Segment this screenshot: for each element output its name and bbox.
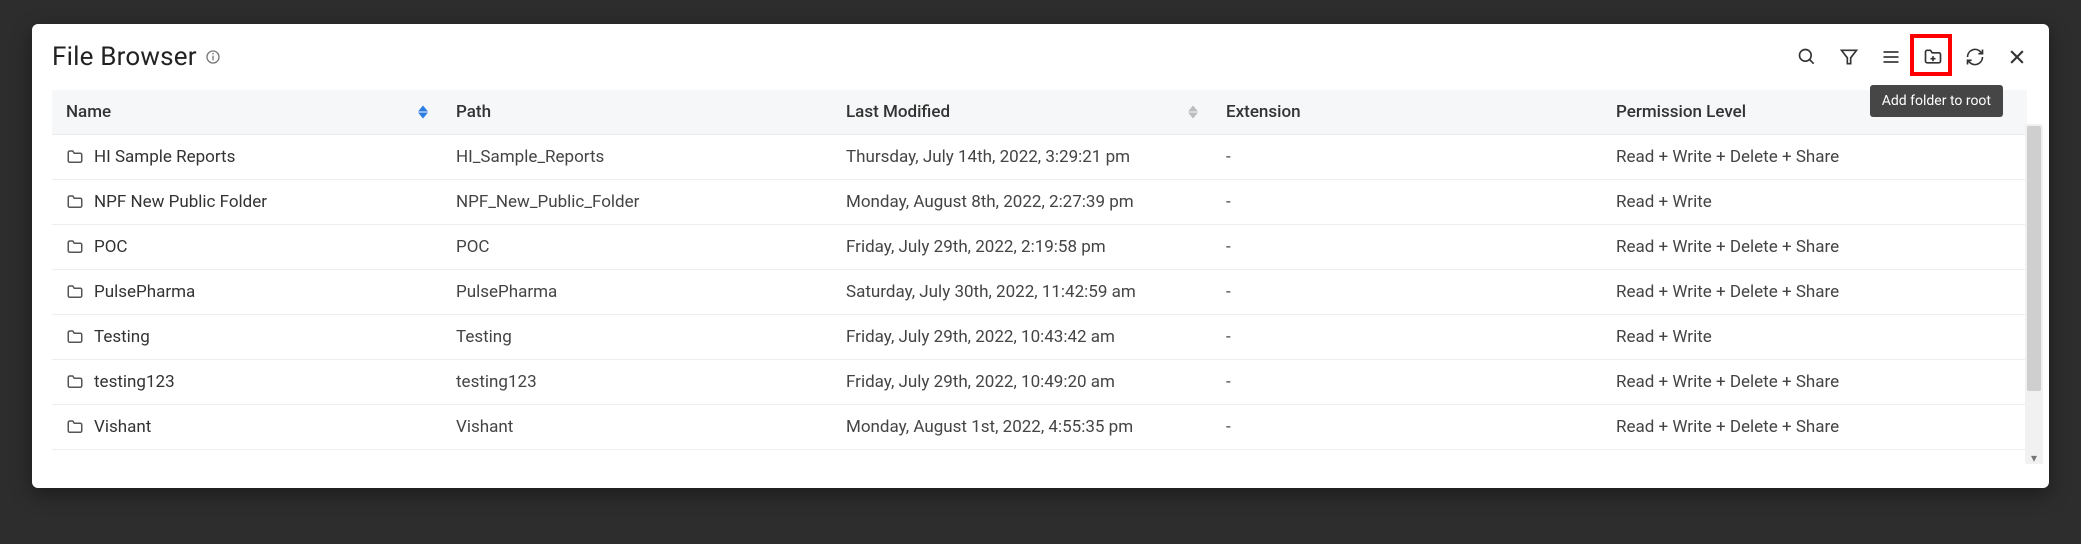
row-extension: -: [1226, 282, 1231, 302]
row-last-modified: Monday, August 1st, 2022, 4:55:35 pm: [846, 417, 1133, 437]
row-path: POC: [456, 237, 490, 257]
table-row[interactable]: testing123 testing123 Friday, July 29th, 2…: [52, 360, 2027, 405]
table-row[interactable]: POC POC Friday, July 29th, 2022, 2:19:58 p…: [52, 225, 2027, 270]
search-icon[interactable]: [1795, 45, 1819, 69]
folder-icon: [66, 148, 84, 166]
page-title: File Browser: [52, 42, 197, 72]
row-permission: Read + Write + Delete + Share: [1616, 147, 1839, 167]
folder-icon: [66, 373, 84, 391]
folder-icon: [66, 238, 84, 256]
sort-indicator-icon: [418, 106, 428, 119]
row-extension: -: [1226, 327, 1231, 347]
file-browser-panel: File Browser: [32, 24, 2049, 488]
refresh-icon[interactable]: [1963, 45, 1987, 69]
folder-icon: [66, 328, 84, 346]
row-extension: -: [1226, 192, 1231, 212]
row-path: Testing: [456, 327, 512, 347]
row-name: POC: [94, 237, 128, 257]
row-extension: -: [1226, 237, 1231, 257]
row-path: PulsePharma: [456, 282, 557, 302]
table-row[interactable]: Testing Testing Friday, July 29th, 2022, 1…: [52, 315, 2027, 360]
row-path: Vishant: [456, 417, 513, 437]
column-header-name[interactable]: Name: [52, 90, 442, 135]
row-last-modified: Thursday, July 14th, 2022, 3:29:21 pm: [846, 147, 1130, 167]
column-label: Permission Level: [1616, 102, 1746, 122]
column-label: Name: [66, 102, 111, 122]
row-name: Testing: [94, 327, 150, 347]
panel-header: File Browser: [52, 42, 2029, 72]
row-last-modified: Friday, July 29th, 2022, 10:43:42 am: [846, 327, 1115, 347]
row-permission: Read + Write + Delete + Share: [1616, 282, 1839, 302]
scrollbar[interactable]: ▴ ▾: [2025, 124, 2043, 464]
sort-indicator-icon: [1188, 106, 1198, 119]
row-extension: -: [1226, 417, 1231, 437]
row-permission: Read + Write + Delete + Share: [1616, 237, 1839, 257]
add-folder-icon[interactable]: [1921, 45, 1945, 69]
row-extension: -: [1226, 147, 1231, 167]
row-name: HI Sample Reports: [94, 147, 235, 167]
column-header-extension[interactable]: Extension: [1212, 90, 1602, 135]
row-extension: -: [1226, 372, 1231, 392]
row-name: testing123: [94, 372, 175, 392]
column-label: Extension: [1226, 102, 1301, 122]
row-path: testing123: [456, 372, 537, 392]
column-label: Path: [456, 102, 491, 122]
row-last-modified: Monday, August 8th, 2022, 2:27:39 pm: [846, 192, 1134, 212]
column-header-path[interactable]: Path: [442, 90, 832, 135]
table-row[interactable]: HI Sample Reports HI_Sample_Reports Thursd…: [52, 135, 2027, 180]
row-last-modified: Saturday, July 30th, 2022, 11:42:59 am: [846, 282, 1136, 302]
toolbar: Add folder to root: [1795, 45, 2029, 69]
row-name: Vishant: [94, 417, 151, 437]
row-path: NPF_New_Public_Folder: [456, 192, 639, 212]
row-path: HI_Sample_Reports: [456, 147, 604, 167]
row-permission: Read + Write: [1616, 327, 1712, 347]
list-icon[interactable]: [1879, 45, 1903, 69]
row-permission: Read + Write + Delete + Share: [1616, 417, 1839, 437]
row-name: PulsePharma: [94, 282, 195, 302]
row-last-modified: Friday, July 29th, 2022, 2:19:58 pm: [846, 237, 1106, 257]
info-icon[interactable]: [205, 49, 221, 65]
file-table: Name Path Last Modified Extension Permis…: [52, 90, 2027, 450]
column-header-last-modified[interactable]: Last Modified: [832, 90, 1212, 135]
table-row[interactable]: Vishant Vishant Monday, August 1st, 2022, …: [52, 405, 2027, 450]
column-label: Last Modified: [846, 102, 950, 122]
table-row[interactable]: NPF New Public Folder NPF_New_Public_Fold…: [52, 180, 2027, 225]
row-permission: Read + Write: [1616, 192, 1712, 212]
filter-icon[interactable]: [1837, 45, 1861, 69]
row-name: NPF New Public Folder: [94, 192, 267, 212]
folder-icon: [66, 418, 84, 436]
row-last-modified: Friday, July 29th, 2022, 10:49:20 am: [846, 372, 1115, 392]
scroll-down-icon[interactable]: ▾: [2025, 450, 2043, 466]
folder-icon: [66, 193, 84, 211]
table-header-row: Name Path Last Modified Extension Permis…: [52, 90, 2027, 135]
folder-icon: [66, 283, 84, 301]
table-row[interactable]: PulsePharma PulsePharma Saturday, July 30t…: [52, 270, 2027, 315]
column-header-permission[interactable]: Permission Level: [1602, 90, 2027, 135]
row-permission: Read + Write + Delete + Share: [1616, 372, 1839, 392]
close-icon[interactable]: [2005, 45, 2029, 69]
scrollbar-thumb[interactable]: [2027, 126, 2041, 391]
